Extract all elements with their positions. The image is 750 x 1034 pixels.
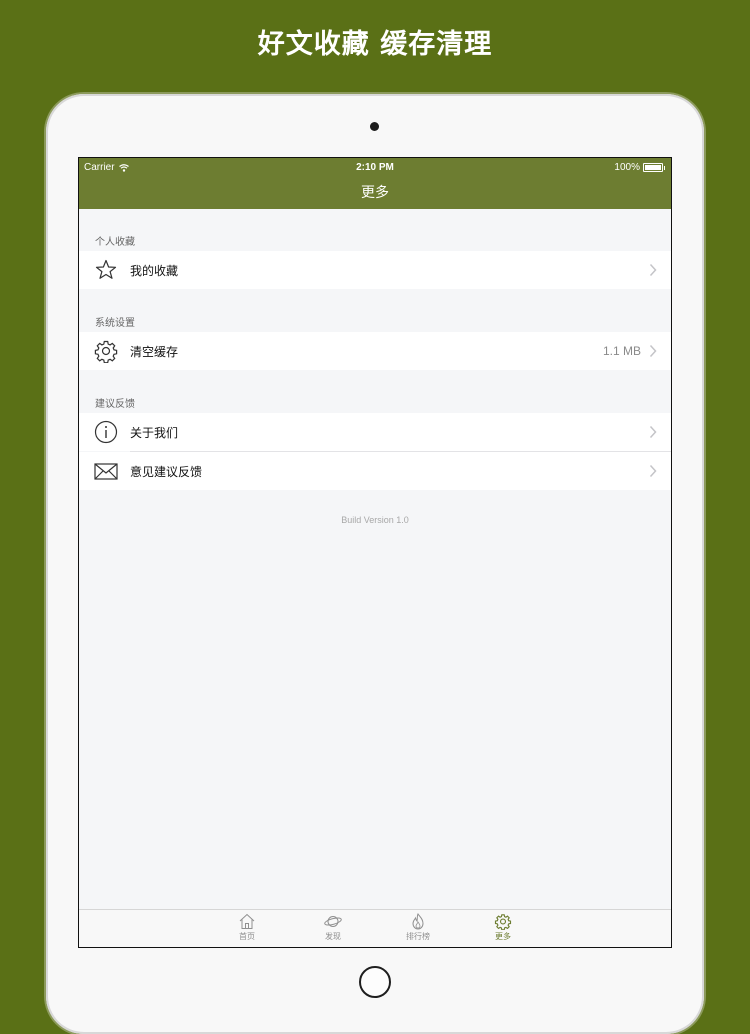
camera [370,122,379,131]
home-icon [239,913,255,929]
section-header-system: 系统设置 [95,318,135,329]
cell-clear-cache[interactable]: 清空缓存 1.1 MB [79,332,671,370]
tab-label: 发现 [325,932,341,941]
ipad-frame: Carrier 2:10 PM 100% 更多 个人收藏 我的收藏 系统设置 清… [46,94,704,1034]
navigation-bar: Carrier 2:10 PM 100% 更多 [79,158,671,209]
section-header-favorites: 个人收藏 [95,237,135,248]
tab-home[interactable]: 首页 [227,913,267,942]
promo-title: 好文收藏 缓存清理 [257,29,493,60]
settings-list: 个人收藏 我的收藏 系统设置 清空缓存 1.1 MB 建议反馈 关于我们 意见建… [79,209,671,909]
status-bar: Carrier 2:10 PM 100% [79,158,671,178]
cell-label: 关于我们 [130,426,179,440]
tab-ranking[interactable]: 排行榜 [398,913,438,942]
cell-feedback[interactable]: 意见建议反馈 [79,452,671,490]
battery-tip [664,165,665,170]
cell-label: 意见建议反馈 [130,465,203,479]
build-version: Build Version 1.0 [341,515,409,525]
planet-icon [324,916,342,927]
chevron-right-icon [649,263,657,277]
tab-label: 首页 [239,932,255,941]
star-icon [95,259,117,279]
cell-label: 我的收藏 [130,264,179,278]
cell-label: 清空缓存 [130,345,179,359]
tab-bar: 首页 发现 排行榜 更多 [79,909,671,947]
flame-icon [412,913,424,930]
app-screen: Carrier 2:10 PM 100% 更多 个人收藏 我的收藏 系统设置 清… [78,157,672,948]
cell-about-us[interactable]: 关于我们 [79,413,671,451]
chevron-right-icon [649,344,657,358]
cache-size-value: 1.1 MB [602,344,641,358]
tab-more[interactable]: 更多 [483,913,523,942]
tab-label: 排行榜 [406,932,430,941]
section-header-feedback: 建议反馈 [95,399,135,410]
nav-title: 更多 [361,185,389,201]
battery-icon [643,163,663,172]
home-button[interactable] [359,966,391,998]
mail-icon [94,463,118,480]
tab-discover[interactable]: 发现 [313,913,353,942]
gear-icon [94,340,118,363]
chevron-right-icon [649,464,657,478]
battery-percent: 100% [614,162,640,173]
cell-my-favorites[interactable]: 我的收藏 [79,251,671,289]
chevron-right-icon [649,425,657,439]
info-icon [94,420,118,444]
status-time: 2:10 PM [356,162,394,173]
gear-icon [494,914,512,930]
tab-label: 更多 [495,932,511,941]
